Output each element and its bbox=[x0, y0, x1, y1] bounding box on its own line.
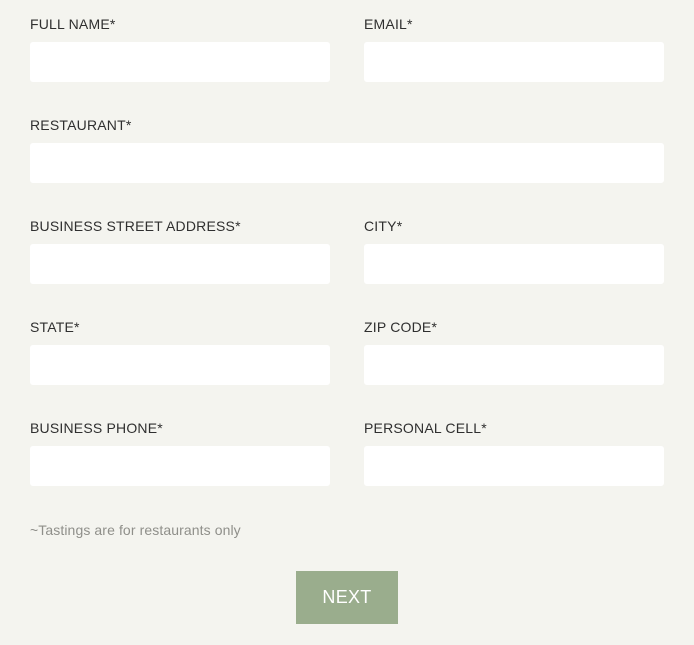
personal-cell-input[interactable] bbox=[364, 446, 664, 486]
city-input[interactable] bbox=[364, 244, 664, 284]
state-label: STATE* bbox=[30, 319, 80, 335]
state-input[interactable] bbox=[30, 345, 330, 385]
zip-code-label: ZIP CODE* bbox=[364, 319, 438, 335]
email-label: EMAIL* bbox=[364, 16, 413, 32]
form-row-name-email: FULL NAME* EMAIL* bbox=[30, 0, 664, 82]
tasting-request-form: FULL NAME* EMAIL* RESTAURANT* BUSINESS S… bbox=[30, 0, 664, 486]
full-name-field: FULL NAME* bbox=[30, 0, 330, 82]
form-row-phones: BUSINESS PHONE* PERSONAL CELL* bbox=[30, 404, 664, 486]
form-row-address-city: BUSINESS STREET ADDRESS* CITY* bbox=[30, 202, 664, 284]
form-row-restaurant: RESTAURANT* bbox=[30, 101, 664, 183]
personal-cell-field: PERSONAL CELL* bbox=[364, 404, 664, 486]
restaurant-field: RESTAURANT* bbox=[30, 101, 664, 183]
state-field: STATE* bbox=[30, 303, 330, 385]
business-phone-field: BUSINESS PHONE* bbox=[30, 404, 330, 486]
city-field: CITY* bbox=[364, 202, 664, 284]
business-street-address-input[interactable] bbox=[30, 244, 330, 284]
email-input[interactable] bbox=[364, 42, 664, 82]
next-button[interactable]: NEXT bbox=[296, 571, 398, 624]
city-label: CITY* bbox=[364, 218, 403, 234]
full-name-input[interactable] bbox=[30, 42, 330, 82]
business-street-address-field: BUSINESS STREET ADDRESS* bbox=[30, 202, 330, 284]
form-row-state-zip: STATE* ZIP CODE* bbox=[30, 303, 664, 385]
business-street-address-label: BUSINESS STREET ADDRESS* bbox=[30, 218, 241, 234]
email-field: EMAIL* bbox=[364, 0, 664, 82]
personal-cell-label: PERSONAL CELL* bbox=[364, 420, 487, 436]
zip-code-input[interactable] bbox=[364, 345, 664, 385]
zip-code-field: ZIP CODE* bbox=[364, 303, 664, 385]
full-name-label: FULL NAME* bbox=[30, 16, 116, 32]
restaurant-input[interactable] bbox=[30, 143, 664, 183]
restaurants-only-note: ~Tastings are for restaurants only bbox=[30, 522, 241, 538]
restaurant-label: RESTAURANT* bbox=[30, 117, 132, 133]
business-phone-label: BUSINESS PHONE* bbox=[30, 420, 163, 436]
business-phone-input[interactable] bbox=[30, 446, 330, 486]
